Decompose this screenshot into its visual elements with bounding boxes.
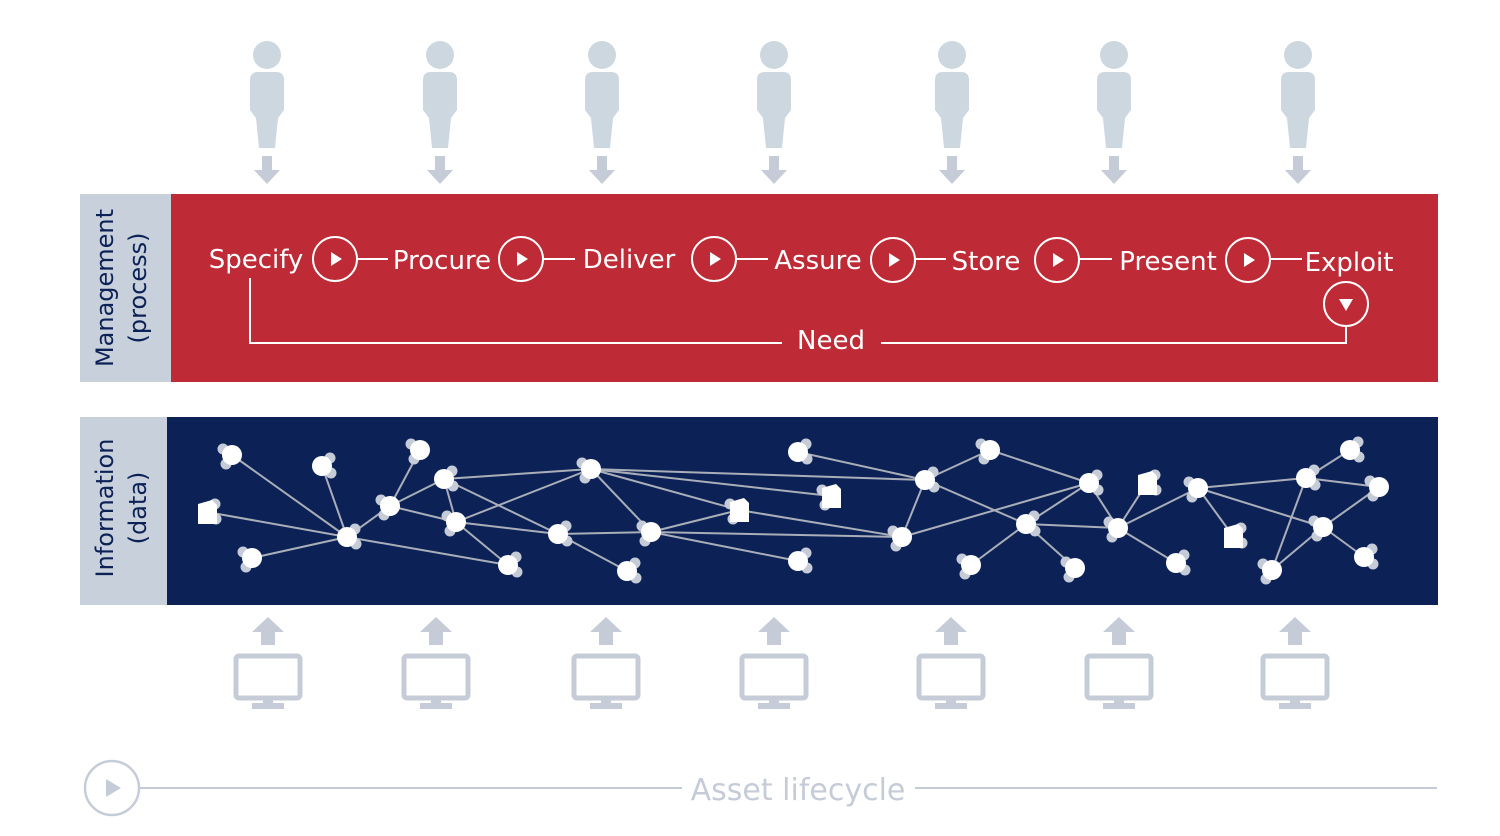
step-assure: Assure (774, 246, 861, 276)
person-icon (1281, 41, 1315, 148)
person-icon (1097, 41, 1131, 148)
step-specify: Specify (209, 245, 304, 275)
monitor-icon (916, 653, 986, 709)
arrow-down-icon (254, 156, 280, 184)
step-procure: Procure (393, 246, 491, 276)
asset-lifecycle-diagram: Management (process) Specify Procure Deliv… (80, 41, 1438, 817)
need-label: Need (797, 326, 865, 356)
person-icon (935, 41, 969, 148)
person-icon (757, 41, 791, 148)
arrow-up-icon (935, 617, 967, 645)
information-label: Information (91, 439, 119, 578)
arrow-down-icon (1285, 156, 1311, 184)
monitor-icon (739, 653, 809, 709)
arrow-up-icon (252, 617, 284, 645)
arrow-down-icon (589, 156, 615, 184)
arrow-up-icon (758, 617, 790, 645)
step-present: Present (1119, 247, 1217, 277)
arrow-up-icon (420, 617, 452, 645)
information-sublabel: (data) (124, 472, 152, 545)
arrow-down-icon (761, 156, 787, 184)
arrow-down-icon (427, 156, 453, 184)
arrow-up-icon (1279, 617, 1311, 645)
step-deliver: Deliver (583, 245, 676, 275)
arrow-down-icon (1101, 156, 1127, 184)
arrow-up-icon (590, 617, 622, 645)
step-exploit: Exploit (1305, 248, 1394, 278)
arrow-down-icon (939, 156, 965, 184)
management-label: Management (91, 209, 119, 367)
monitor-icon (233, 653, 303, 709)
step-store: Store (952, 247, 1021, 277)
monitor-icon (401, 653, 471, 709)
monitor-icon (1260, 653, 1330, 709)
arrow-up-icon (1103, 617, 1135, 645)
person-icon (585, 41, 619, 148)
monitor-icon (1084, 653, 1154, 709)
people-row (250, 41, 1315, 184)
computers-row (233, 617, 1330, 709)
management-sublabel: (process) (124, 233, 152, 344)
lifecycle-label: Asset lifecycle (691, 773, 906, 808)
person-icon (423, 41, 457, 148)
play-triangle-icon (106, 779, 121, 797)
monitor-icon (571, 653, 641, 709)
person-icon (250, 41, 284, 148)
